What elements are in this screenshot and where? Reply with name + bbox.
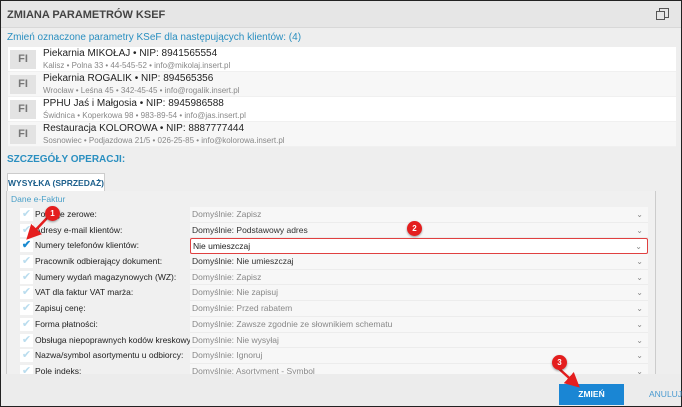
checkbox-check-icon[interactable]: ✔	[20, 302, 33, 316]
parameter-label: Forma płatności:	[35, 318, 98, 329]
chevron-down-icon: ⌄	[636, 319, 643, 329]
chevron-down-icon: ⌄	[636, 210, 643, 219]
client-row[interactable]: FI Restauracja KOLOROWA • NIP: 888777744…	[8, 122, 676, 147]
dropdown-value: Domyślnie: Nie wysyłaj	[192, 334, 279, 345]
title-bar: ZMIANA PARAMETRÓW KSEF	[1, 1, 681, 28]
parameter-dropdown[interactable]: Domyślnie: Nie wysyłaj ⌄	[190, 332, 648, 349]
checkbox-check-icon[interactable]: ✔	[20, 286, 33, 300]
dropdown-value: Domyślnie: Asortyment - Symbol	[192, 365, 315, 374]
chevron-down-icon: ⌄	[636, 335, 643, 345]
client-details: Wrocław • Leśna 45 • 342-45-45 • info@ro…	[43, 86, 240, 95]
group-label: Dane e-Faktur	[11, 194, 66, 204]
parameter-row: ✔ Adresy e-mail klientów: Domyślnie: Pod…	[18, 222, 648, 239]
parameter-row: ✔ Forma płatności: Domyślnie: Zawsze zgo…	[18, 316, 648, 333]
checkbox-check-icon[interactable]: ✔	[20, 333, 33, 347]
dropdown-value: Domyślnie: Podstawowy adres	[192, 224, 308, 235]
dialog-title: ZMIANA PARAMETRÓW KSEF	[7, 9, 166, 21]
parameter-row: ✔ Numery wydań magazynowych (WZ): Domyśl…	[18, 269, 648, 286]
client-name: PPHU Jaś i Małgosia • NIP: 8945986588	[43, 98, 224, 109]
client-details: Kalisz • Polna 33 • 44-545-52 • info@mik…	[43, 61, 231, 70]
checkbox-check-icon[interactable]: ✔	[20, 364, 33, 374]
chevron-down-icon: ⌄	[636, 351, 643, 361]
annotation-badge-3: 3	[552, 355, 567, 370]
parameter-dropdown[interactable]: Domyślnie: Asortyment - Symbol ⌄	[190, 363, 648, 374]
client-avatar: FI	[10, 50, 36, 69]
client-details: Sosnowiec • Podjazdowa 21/5 • 026-25-85 …	[43, 136, 285, 145]
client-row[interactable]: FI Piekarnia MIKOŁAJ • NIP: 8941565554 K…	[8, 47, 676, 72]
chevron-down-icon: ⌄	[636, 366, 643, 374]
parameter-label: Numery wydań magazynowych (WZ):	[35, 271, 177, 282]
tab-wysylka[interactable]: WYSYŁKA (SPRZEDAŻ)	[7, 173, 105, 192]
parameter-label: Numery telefonów klientów:	[35, 240, 139, 251]
parameter-dropdown[interactable]: Domyślnie: Zawsze zgodnie ze słownikiem …	[190, 316, 648, 333]
parameter-label: VAT dla faktur VAT marża:	[35, 287, 134, 298]
dialog-window: ZMIANA PARAMETRÓW KSEF Zmień oznaczone p…	[0, 0, 682, 407]
dropdown-value: Domyślnie: Zapisz	[192, 271, 262, 282]
cancel-button[interactable]: ANULUJ	[649, 389, 682, 399]
section-heading: SZCZEGÓŁY OPERACJI:	[7, 154, 126, 165]
parameter-label: Nazwa/symbol asortymentu u odbiorcy:	[35, 350, 184, 361]
checkbox-check-icon[interactable]: ✔	[20, 255, 33, 269]
parameter-dropdown[interactable]: Domyślnie: Zapisz ⌄	[190, 269, 648, 286]
parameter-list: ✔ Pozycje zerowe: Domyślnie: Zapisz ⌄ ✔ A…	[18, 207, 648, 374]
checkbox-check-icon[interactable]: ✔	[20, 349, 33, 363]
chevron-down-icon: ⌄	[636, 304, 643, 314]
parameter-dropdown[interactable]: Domyślnie: Zapisz ⌄	[190, 207, 648, 223]
chevron-down-icon: ⌄	[636, 288, 643, 298]
dropdown-value: Domyślnie: Nie zapisuj	[192, 287, 278, 298]
parameter-row: ✔ Obsługa niepoprawnych kodów kreskowych…	[18, 332, 648, 349]
parameter-dropdown[interactable]: Nie umieszczaj ⌄	[190, 238, 648, 255]
parameter-dropdown[interactable]: Domyślnie: Nie zapisuj ⌄	[190, 285, 648, 302]
dropdown-value: Nie umieszczaj	[193, 241, 251, 252]
parameter-dropdown[interactable]: Domyślnie: Ignoruj ⌄	[190, 348, 648, 364]
parameter-row: ✔ Pracownik odbierający dokument: Domyśl…	[18, 254, 648, 270]
client-name: Restauracja KOLOROWA • NIP: 8887777444	[43, 123, 245, 134]
checkbox-check-icon[interactable]: ✔	[20, 317, 33, 331]
parameter-label: Pole indeks:	[35, 365, 82, 374]
parameter-row: ✔ Pozycje zerowe: Domyślnie: Zapisz ⌄	[18, 207, 648, 223]
dropdown-value: Domyślnie: Zapisz	[192, 209, 262, 219]
parameter-row: ✔ VAT dla faktur VAT marża: Domyślnie: N…	[18, 285, 648, 302]
chevron-down-icon: ⌄	[636, 225, 643, 235]
chevron-down-icon: ⌄	[635, 242, 642, 252]
client-avatar: FI	[10, 125, 36, 144]
client-avatar: FI	[10, 100, 36, 119]
checkbox-check-icon[interactable]: ✔	[20, 208, 33, 221]
parameter-label: Obsługa niepoprawnych kodów kreskowych:	[35, 334, 203, 345]
client-avatar: FI	[10, 75, 36, 94]
dropdown-value: Domyślnie: Zawsze zgodnie ze słownikiem …	[192, 318, 393, 329]
checkbox-check-icon[interactable]: ✔	[20, 223, 33, 237]
parameter-dropdown[interactable]: Domyślnie: Przed rabatem ⌄	[190, 301, 648, 317]
restore-window-icon[interactable]	[656, 8, 669, 20]
parameter-label: Zapisuj cenę:	[35, 303, 86, 314]
annotation-badge-1: 1	[45, 206, 60, 221]
client-row[interactable]: FI PPHU Jaś i Małgosia • NIP: 8945986588…	[8, 97, 676, 122]
chevron-down-icon: ⌄	[636, 257, 643, 267]
dropdown-value: Domyślnie: Ignoruj	[192, 350, 263, 361]
parameter-row: ✔ Numery telefonów klientów: Nie umieszc…	[18, 238, 648, 255]
parameter-label: Pracownik odbierający dokument:	[35, 256, 163, 267]
client-list: FI Piekarnia MIKOŁAJ • NIP: 8941565554 K…	[8, 47, 676, 147]
parameter-label: Adresy e-mail klientów:	[35, 224, 123, 235]
checkbox-check-icon[interactable]: ✔	[20, 239, 33, 253]
annotation-badge-2: 2	[407, 221, 422, 236]
parameter-dropdown[interactable]: Domyślnie: Nie umieszczaj ⌄	[190, 254, 648, 270]
parameter-row: ✔ Zapisuj cenę: Domyślnie: Przed rabatem…	[18, 301, 648, 317]
chevron-down-icon: ⌄	[636, 272, 643, 282]
client-details: Świdnica • Koperkowa 98 • 983-89-54 • in…	[43, 111, 246, 120]
client-row[interactable]: FI Piekarnia ROGALIK • NIP: 894565356 Wr…	[8, 72, 676, 97]
dropdown-value: Domyślnie: Nie umieszczaj	[192, 256, 294, 267]
dropdown-value: Domyślnie: Przed rabatem	[192, 303, 293, 314]
checkbox-check-icon[interactable]: ✔	[20, 270, 33, 284]
parameters-panel[interactable]: Dane e-Faktur ✔ Pozycje zerowe: Domyślni…	[6, 191, 656, 374]
client-name: Piekarnia MIKOŁAJ • NIP: 8941565554	[43, 48, 218, 59]
clients-heading: Zmień oznaczone parametry KSeF dla nastę…	[7, 32, 302, 43]
confirm-button[interactable]: ZMIEŃ	[559, 384, 624, 405]
client-name: Piekarnia ROGALIK • NIP: 894565356	[43, 73, 214, 84]
